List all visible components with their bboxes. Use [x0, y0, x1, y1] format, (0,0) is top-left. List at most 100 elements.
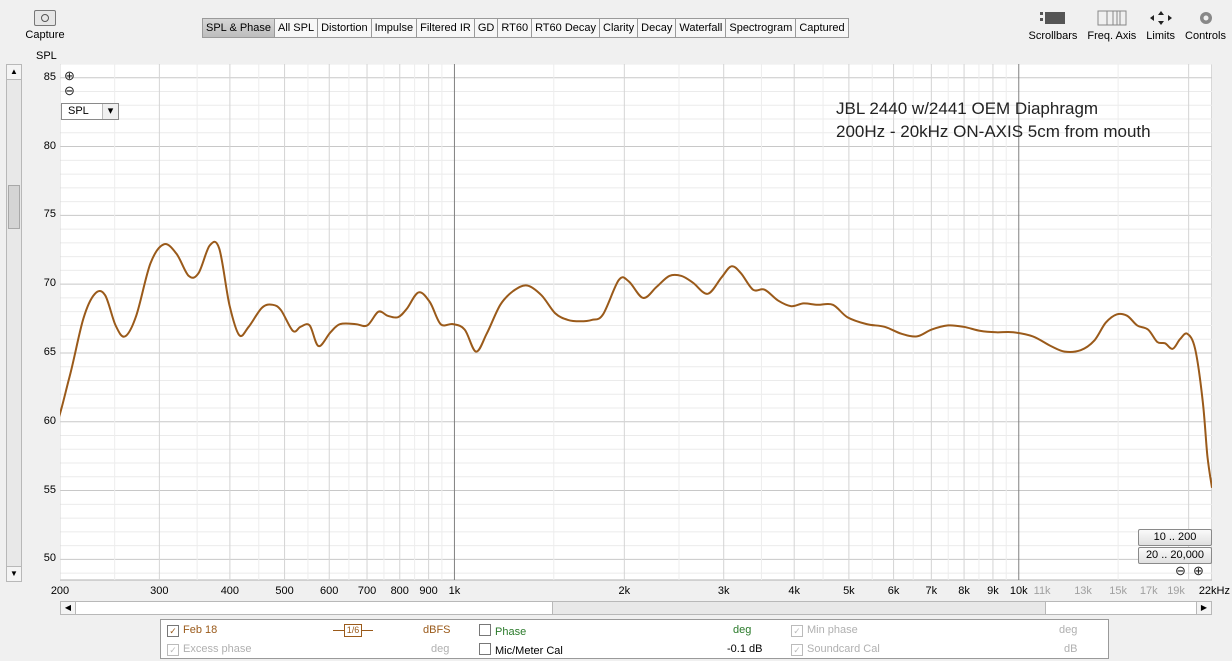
min-phase-label: Min phase: [807, 624, 858, 636]
tab-clarity[interactable]: Clarity: [600, 19, 639, 37]
min-phase-unit: deg: [1059, 624, 1078, 636]
tab-decay[interactable]: Decay: [638, 19, 677, 37]
excess-phase-checkbox[interactable]: ✓: [167, 644, 179, 656]
spl-unit: dBFS: [423, 624, 451, 636]
excess-phase-unit: deg: [431, 643, 450, 655]
chevron-down-icon[interactable]: ▾: [102, 104, 118, 119]
chart-annotation-line: 200Hz - 20kHz ON-AXIS 5cm from mouth: [836, 122, 1151, 141]
legend-series-item[interactable]: ✓ Feb 18: [167, 624, 217, 637]
mic-cal-checkbox[interactable]: [479, 643, 491, 655]
x-tick-label: 11k: [1033, 585, 1051, 597]
tab-filtered-ir[interactable]: Filtered IR: [417, 19, 475, 37]
y-tick-label: 60: [43, 414, 56, 427]
tab-waterfall[interactable]: Waterfall: [676, 19, 727, 37]
vertical-scroll-thumb[interactable]: [8, 185, 20, 229]
y-tick-label: 85: [43, 70, 56, 83]
series-checkbox[interactable]: ✓: [167, 625, 179, 637]
y-tick-label: 65: [43, 345, 56, 358]
range-10-200-button[interactable]: 10 .. 200: [1138, 529, 1212, 546]
y-tick-label: 70: [43, 277, 56, 290]
y-tick-label: 50: [43, 552, 56, 565]
limits-button[interactable]: Limits: [1146, 10, 1175, 42]
x-tick-label: 300: [150, 585, 169, 597]
zoom-in-icon[interactable]: ⊕: [1193, 563, 1204, 578]
x-tick-label: 5k: [843, 585, 855, 597]
view-tabs: SPL & Phase All SPL Distortion Impulse Filte…: [202, 18, 849, 38]
x-tick-label: 6k: [887, 585, 900, 597]
horizontal-scrollbar[interactable]: ◀ ▶: [60, 601, 1212, 615]
soundcard-cal-label: Soundcard Cal: [807, 643, 880, 655]
limits-arrows-icon: [1146, 10, 1175, 26]
x-tick-label: 1k: [448, 585, 461, 597]
soundcard-cal-unit: dB: [1064, 643, 1078, 655]
zoom-out-icon[interactable]: ⊖: [1175, 563, 1186, 578]
x-tick-label: 200: [50, 585, 70, 597]
freq-axis-button[interactable]: Freq. Axis: [1087, 10, 1136, 42]
legend-panel: ✓ Feb 18 1/6 dBFS Phase deg ✓ Min phase de…: [160, 619, 1109, 659]
phase-item[interactable]: Phase: [479, 624, 526, 638]
horizontal-scroll-thumb[interactable]: [552, 602, 1046, 614]
series-name: Feb 18: [183, 624, 218, 636]
y-axis-title: SPL: [36, 50, 57, 62]
freq-axis-icon: [1087, 10, 1136, 26]
x-tick-label: 500: [275, 585, 294, 597]
phase-unit: deg: [733, 624, 752, 636]
mic-cal-label: Mic/Meter Cal: [495, 645, 563, 657]
tab-impulse[interactable]: Impulse: [372, 19, 418, 37]
zoom-in-icon[interactable]: ⊕: [64, 68, 75, 83]
chart-annotation-line: JBL 2440 w/2441 OEM Diaphragm: [836, 99, 1098, 118]
capture-button[interactable]: Capture: [20, 10, 70, 41]
y-tick-label: 55: [43, 483, 56, 496]
min-phase-item[interactable]: ✓ Min phase: [791, 624, 858, 637]
smoothing-value: 1/6: [344, 624, 362, 637]
tab-rt60[interactable]: RT60: [498, 19, 533, 37]
x-tick-label: 13k: [1074, 585, 1092, 597]
x-tick-label: 4k: [788, 585, 800, 597]
scroll-down-arrow-icon[interactable]: ▼: [7, 566, 21, 581]
limits-label: Limits: [1146, 30, 1176, 42]
min-phase-checkbox[interactable]: ✓: [791, 625, 803, 637]
right-tools: Scrollbars Freq. Axis Limits Controls: [1028, 10, 1226, 42]
phase-label: Phase: [495, 626, 527, 638]
scrollbars-icon: [1028, 10, 1077, 26]
tab-spl-phase[interactable]: SPL & Phase: [203, 19, 276, 37]
excess-phase-item[interactable]: ✓ Excess phase: [167, 643, 251, 656]
scroll-up-arrow-icon[interactable]: ▲: [7, 65, 21, 80]
zoom-out-icon[interactable]: ⊖: [64, 83, 75, 98]
x-tick-label: 3k: [717, 585, 730, 597]
x-tick-label: 600: [320, 585, 339, 597]
scrollbars-button[interactable]: Scrollbars: [1028, 10, 1077, 42]
phase-checkbox[interactable]: [479, 624, 491, 636]
tab-all-spl[interactable]: All SPL: [275, 19, 319, 37]
capture-label: Capture: [25, 29, 65, 41]
controls-button[interactable]: Controls: [1185, 10, 1226, 42]
soundcard-cal-item[interactable]: ✓ Soundcard Cal: [791, 643, 880, 656]
trace-select-dropdown[interactable]: SPL ▾: [61, 103, 119, 120]
x-tick-label: 2k: [618, 585, 631, 597]
top-toolbar: Capture SPL & Phase All SPL Distortion Impu…: [0, 0, 1232, 62]
y-tick-label: 75: [43, 208, 56, 221]
scrollbars-label: Scrollbars: [1028, 30, 1078, 42]
spl-chart[interactable]: JBL 2440 w/2441 OEM Diaphragm 200Hz - 20k…: [60, 64, 1212, 600]
mic-cal-item[interactable]: Mic/Meter Cal: [479, 643, 563, 657]
dropdown-value: SPL: [68, 105, 89, 117]
controls-label: Controls: [1185, 30, 1226, 42]
vertical-scrollbar[interactable]: ▲ ▼: [6, 64, 22, 582]
scroll-right-arrow-icon[interactable]: ▶: [1196, 602, 1211, 614]
tab-spectrogram[interactable]: Spectrogram: [726, 19, 797, 37]
x-tick-label: 22kHz: [1198, 585, 1230, 597]
scroll-left-arrow-icon[interactable]: ◀: [61, 602, 76, 614]
y-tick-label: 80: [43, 139, 56, 152]
range-20-20000-button[interactable]: 20 .. 20,000: [1138, 547, 1212, 564]
excess-phase-label: Excess phase: [183, 643, 252, 655]
soundcard-cal-checkbox[interactable]: ✓: [791, 644, 803, 656]
tab-gd[interactable]: GD: [475, 19, 499, 37]
tab-captured[interactable]: Captured: [796, 19, 847, 37]
tab-rt60-decay[interactable]: RT60 Decay: [532, 19, 600, 37]
freq-axis-label: Freq. Axis: [1087, 30, 1137, 42]
mic-cal-value: -0.1 dB: [727, 643, 763, 655]
gear-icon: [1185, 10, 1226, 26]
smoothing-indicator[interactable]: 1/6: [333, 624, 373, 637]
tab-distortion[interactable]: Distortion: [318, 19, 372, 37]
x-tick-label: 400: [220, 585, 240, 597]
